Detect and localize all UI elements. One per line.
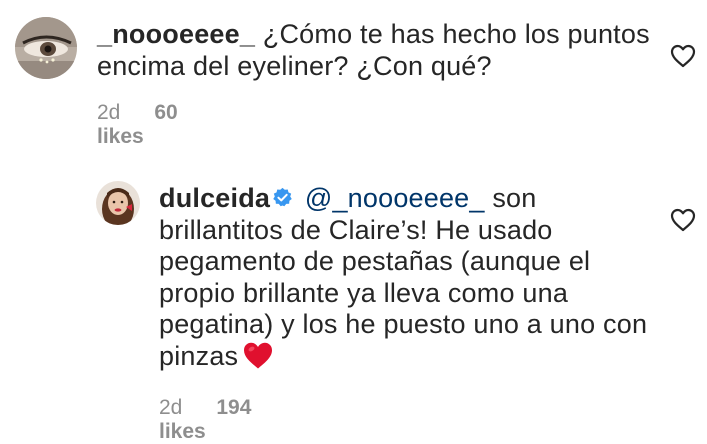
comment-timestamp[interactable]: 2d	[97, 101, 120, 124]
avatar[interactable]	[96, 181, 140, 225]
mention-link[interactable]: @_noooeeee_	[305, 183, 485, 213]
reply-text-block: dulceida @_noooeeee_ son brillantitos de…	[159, 183, 659, 372]
comment-meta: 2d 60 likes	[97, 101, 178, 149]
verified-badge-icon	[272, 184, 293, 207]
red-heart-emoji-icon	[242, 341, 274, 370]
heart-outline-icon[interactable]	[670, 208, 696, 232]
comment-username[interactable]: _noooeeee_	[97, 19, 255, 49]
avatar[interactable]	[15, 17, 77, 79]
heart-outline-icon[interactable]	[670, 44, 696, 68]
reply-meta: 2d 194 likes	[159, 396, 251, 444]
reply-username[interactable]: dulceida	[159, 183, 270, 213]
reply-timestamp[interactable]: 2d	[159, 396, 182, 419]
comment-text-block: _noooeeee_ ¿Cómo te has hecho los puntos…	[97, 19, 657, 82]
